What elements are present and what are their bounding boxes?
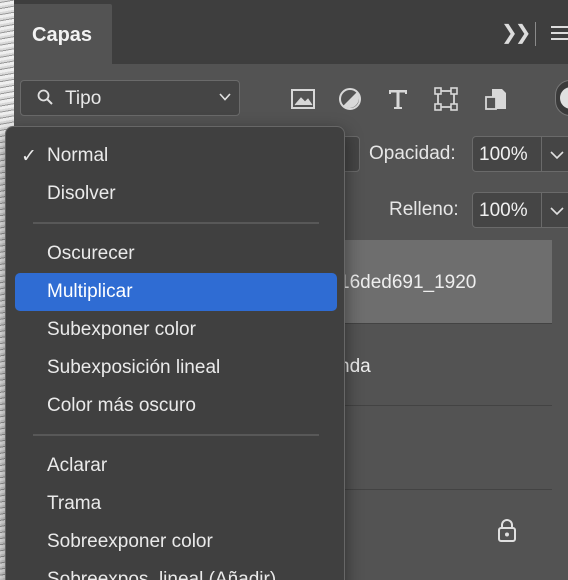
opacity-input[interactable]: 100% (472, 136, 542, 172)
lock-icon[interactable] (496, 518, 518, 542)
opacity-label: Opacidad: (369, 143, 456, 164)
menu-item-label: Aclarar (47, 455, 108, 476)
tab-label: Capas (32, 24, 93, 46)
type-filter-icon[interactable] (385, 86, 411, 112)
blend-mode-menu: ✓ Normal Disolver Oscurecer Multiplicar … (5, 126, 345, 580)
menu-item-darker-color[interactable]: Color más oscuro (15, 387, 337, 425)
tab-layers[interactable]: Capas (14, 4, 112, 64)
fill-label: Relleno: (389, 199, 459, 220)
chevron-down-icon (219, 93, 231, 101)
menu-item-color-burn[interactable]: Subexponer color (15, 311, 337, 349)
layer-name: 16ded691_1920 (339, 272, 477, 293)
menu-item-label: Sobreexpos. lineal (Añadir) (47, 569, 277, 580)
menu-item-multiply[interactable]: Multiplicar (15, 273, 337, 311)
menu-item-color-dodge[interactable]: Sobreexponer color (15, 523, 337, 561)
chevron-down-icon (550, 151, 564, 160)
fill-dropdown-button[interactable] (542, 192, 568, 228)
menu-divider (33, 222, 319, 224)
checkmark-icon: ✓ (21, 146, 37, 167)
menu-item-screen[interactable]: Trama (15, 485, 337, 523)
adjustment-filter-icon[interactable] (337, 86, 363, 112)
filter-toggle[interactable] (555, 80, 568, 116)
menu-item-normal[interactable]: ✓ Normal (15, 137, 337, 175)
shape-filter-icon[interactable] (433, 86, 459, 112)
filter-type-select[interactable]: Tipo (20, 80, 240, 116)
fill-value: 100% (479, 200, 528, 221)
menu-item-lighten[interactable]: Aclarar (15, 447, 337, 485)
hamburger-icon[interactable] (551, 26, 568, 44)
divider (535, 22, 536, 46)
tab-bar: Capas ❯❯ (14, 0, 568, 64)
menu-item-linear-burn[interactable]: Subexposición lineal (15, 349, 337, 387)
image-filter-icon[interactable] (290, 86, 316, 112)
smart-object-filter-icon[interactable] (483, 86, 509, 112)
menu-item-label: Trama (47, 493, 102, 514)
menu-item-dissolve[interactable]: Disolver (15, 175, 337, 213)
menu-item-label: Multiplicar (47, 281, 133, 302)
menu-item-label: Sobreexponer color (47, 531, 213, 552)
chevron-down-icon (550, 207, 564, 216)
menu-item-label: Subexponer color (47, 319, 196, 340)
fill-input[interactable]: 100% (472, 192, 542, 228)
search-icon (37, 89, 53, 105)
opacity-dropdown-button[interactable] (542, 136, 568, 172)
menu-item-darken[interactable]: Oscurecer (15, 235, 337, 273)
filter-type-label: Tipo (65, 88, 102, 109)
menu-divider (33, 434, 319, 436)
opacity-value: 100% (479, 144, 528, 165)
menu-item-linear-dodge[interactable]: Sobreexpos. lineal (Añadir) (15, 561, 337, 580)
chevrons-right-icon[interactable]: ❯❯ (501, 20, 531, 45)
menu-item-label: Color más oscuro (47, 395, 196, 416)
menu-item-label: Disolver (47, 183, 116, 204)
menu-item-label: Subexposición lineal (47, 357, 221, 378)
menu-item-label: Normal (47, 145, 109, 166)
menu-item-label: Oscurecer (47, 243, 135, 264)
